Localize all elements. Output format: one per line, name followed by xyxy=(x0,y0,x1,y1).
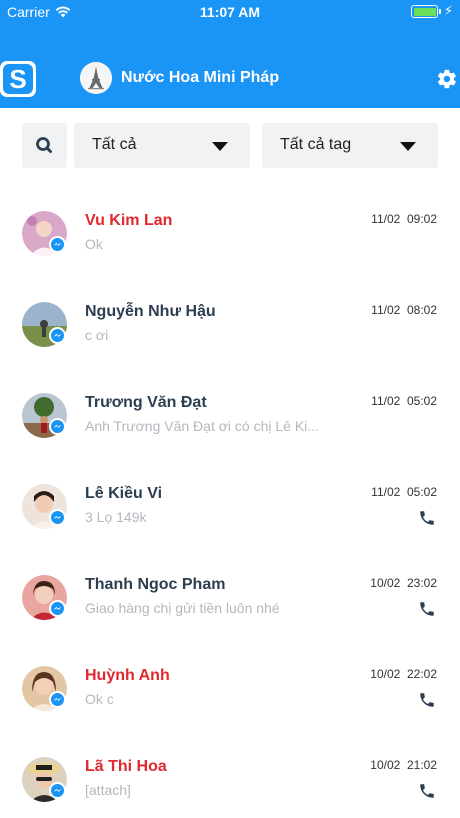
messenger-icon xyxy=(49,418,66,435)
timestamp: 11/02 08:02 xyxy=(371,303,437,317)
contact-name: Lã Thi Hoa xyxy=(85,758,167,775)
phone-icon[interactable] xyxy=(418,691,436,709)
tag-filter-dropdown[interactable]: Tất cả tag xyxy=(262,123,438,168)
page-avatar[interactable] xyxy=(80,62,112,94)
search-icon xyxy=(36,137,52,153)
conversation-row[interactable]: Lã Thi Hoa [attach] 10/02 21:02 xyxy=(0,726,460,817)
time-label: 09:02 xyxy=(406,212,437,226)
message-preview: Ok c xyxy=(85,691,114,707)
time-label: 21:02 xyxy=(406,758,437,772)
search-button[interactable] xyxy=(22,123,67,168)
settings-button[interactable] xyxy=(436,68,458,90)
eiffel-tower-icon xyxy=(80,62,112,94)
conversation-row[interactable]: Nguyễn Như Hậu c ơi 11/02 08:02 xyxy=(0,271,460,362)
time-label: 08:02 xyxy=(406,303,437,317)
date-label: 11/02 xyxy=(371,485,401,499)
message-preview: c ơi xyxy=(85,327,109,343)
message-preview: Anh Trương Văn Đạt ơi có chị Lê Ki... xyxy=(85,418,319,434)
conversation-row[interactable]: Thanh Ngoc Pham Giao hàng chị gửi tiền l… xyxy=(0,544,460,635)
timestamp: 11/02 09:02 xyxy=(371,212,437,226)
date-label: 10/02 xyxy=(370,667,401,681)
phone-icon[interactable] xyxy=(418,782,436,800)
timestamp: 10/02 23:02 xyxy=(370,576,437,590)
messenger-icon xyxy=(49,236,66,253)
conversation-row[interactable]: Trương Văn Đạt Anh Trương Văn Đạt ơi có … xyxy=(0,362,460,453)
status-bar: Carrier 11:07 AM ⚡ xyxy=(0,0,460,24)
conversation-row[interactable]: Vu Kim Lan Ok 11/02 09:02 xyxy=(0,180,460,271)
time-label: 23:02 xyxy=(406,576,437,590)
contact-name: Thanh Ngoc Pham xyxy=(85,576,226,593)
caret-down-icon xyxy=(212,142,228,151)
phone-icon[interactable] xyxy=(418,600,436,618)
timestamp: 10/02 21:02 xyxy=(370,758,437,772)
page-title: Nước Hoa Mini Pháp xyxy=(121,69,280,86)
date-label: 11/02 xyxy=(371,303,401,317)
messenger-icon xyxy=(49,327,66,344)
conversation-row[interactable]: Lê Kiều Vi 3 Lọ 149k 11/02 05:02 xyxy=(0,453,460,544)
contact-name: Lê Kiều Vi xyxy=(85,485,163,502)
time-label: 05:02 xyxy=(406,394,437,408)
timestamp: 11/02 05:02 xyxy=(371,485,437,499)
status-filter-value: Tất cả xyxy=(92,136,137,153)
filter-bar: Tất cả Tất cả tag xyxy=(0,108,460,180)
messenger-icon xyxy=(49,600,66,617)
battery-icon xyxy=(411,5,441,18)
messenger-icon xyxy=(49,782,66,799)
message-preview: [attach] xyxy=(85,782,131,798)
app-logo[interactable]: S xyxy=(0,61,36,97)
message-preview: Giao hàng chị gửi tiền luôn nhé xyxy=(85,600,280,616)
app-logo-letter: S xyxy=(3,64,33,94)
message-preview: 3 Lọ 149k xyxy=(85,509,147,525)
status-filter-dropdown[interactable]: Tất cả xyxy=(74,123,250,168)
date-label: 11/02 xyxy=(371,212,401,226)
timestamp: 11/02 05:02 xyxy=(371,394,437,408)
battery-level xyxy=(413,7,436,16)
gear-icon xyxy=(437,69,456,89)
charging-icon: ⚡ xyxy=(443,3,453,18)
contact-name: Trương Văn Đạt xyxy=(85,394,207,411)
date-label: 11/02 xyxy=(371,394,401,408)
conversation-row[interactable]: Huỳnh Anh Ok c 10/02 22:02 xyxy=(0,635,460,726)
caret-down-icon xyxy=(400,142,416,151)
time-label: 22:02 xyxy=(406,667,437,681)
app-header: Carrier 11:07 AM ⚡ S Nước Hoa Mini Pháp xyxy=(0,0,460,108)
contact-name: Vu Kim Lan xyxy=(85,212,173,229)
contact-name: Huỳnh Anh xyxy=(85,667,170,684)
phone-icon[interactable] xyxy=(418,509,436,527)
battery-nub xyxy=(439,9,441,14)
timestamp: 10/02 22:02 xyxy=(370,667,437,681)
clock: 11:07 AM xyxy=(199,4,261,20)
date-label: 10/02 xyxy=(370,576,401,590)
tag-filter-value: Tất cả tag xyxy=(280,136,352,153)
contact-name: Nguyễn Như Hậu xyxy=(85,303,216,320)
messenger-icon xyxy=(49,691,66,708)
messenger-icon xyxy=(49,509,66,526)
time-label: 05:02 xyxy=(406,485,437,499)
message-preview: Ok xyxy=(85,236,103,252)
date-label: 10/02 xyxy=(370,758,401,772)
